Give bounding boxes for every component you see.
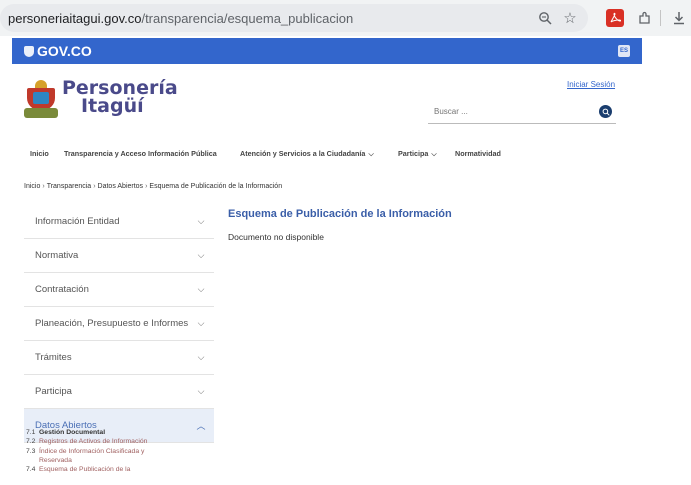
submenu-item-continuation[interactable]: Reservada bbox=[24, 456, 214, 465]
site-logo[interactable]: Personería Itagüí bbox=[24, 77, 178, 118]
submenu-label: Gestión Documental bbox=[39, 429, 106, 436]
main-navigation: Inicio Transparencia y Acceso Informació… bbox=[0, 138, 691, 168]
url-path: /transparencia/esquema_publicacion bbox=[141, 10, 354, 26]
sidebar-submenu: 7.1 Gestión Documental 7.2 Registros de Ac… bbox=[24, 428, 214, 474]
sidebar-item-label: Participa bbox=[35, 386, 72, 397]
submenu-number bbox=[26, 456, 39, 465]
sidebar-item-contratacion[interactable]: Contratación ⌵ bbox=[24, 273, 214, 307]
chevron-down-icon: ⌵ bbox=[197, 318, 205, 328]
chevron-down-icon: ⌵ bbox=[197, 216, 205, 226]
sidebar-item-tramites[interactable]: Trámites ⌵ bbox=[24, 341, 214, 375]
gov-shield-icon bbox=[24, 45, 34, 57]
browser-toolbar: personeriaitagui.gov.co/transparencia/es… bbox=[0, 0, 691, 36]
submenu-number: 7.3 bbox=[26, 447, 36, 455]
submenu-number: 7.1 bbox=[26, 429, 36, 436]
address-bar[interactable]: personeriaitagui.gov.co/transparencia/es… bbox=[0, 4, 588, 32]
chevron-down-icon: ⌵ bbox=[197, 250, 205, 260]
gov-co-text: GOV.CO bbox=[37, 43, 92, 59]
nav-item-participa-label: Participa bbox=[398, 149, 429, 158]
login-link[interactable]: Iniciar Sesión bbox=[567, 80, 615, 89]
sidebar-item-label: Normativa bbox=[35, 250, 79, 261]
sidebar-item-planeacion[interactable]: Planeación, Presupuesto e Informes ⌵ bbox=[24, 307, 214, 341]
chevron-down-icon: ⌵ bbox=[368, 151, 374, 158]
coat-of-arms-icon bbox=[24, 80, 58, 118]
sidebar-item-participa[interactable]: Participa ⌵ bbox=[24, 375, 214, 409]
chevron-down-icon: ⌵ bbox=[197, 386, 205, 396]
submenu-item[interactable]: 7.2 Registros de Activos de Información bbox=[24, 437, 214, 446]
nav-item-normatividad[interactable]: Normatividad bbox=[455, 149, 501, 158]
sidebar-item-informacion-entidad[interactable]: Información Entidad ⌵ bbox=[24, 205, 214, 239]
star-icon[interactable]: ☆ bbox=[561, 9, 579, 27]
breadcrumb-item[interactable]: Transparencia bbox=[47, 183, 92, 190]
nav-item-atencion-label: Atención y Servicios a la Ciudadanía bbox=[240, 149, 366, 158]
submenu-label: Registros de Activos de Información bbox=[39, 438, 148, 446]
submenu-item[interactable]: 7.3 Índice de Información Clasificada y bbox=[24, 447, 214, 456]
zoom-icon[interactable] bbox=[536, 9, 554, 27]
empty-state-message: Documento no disponible bbox=[228, 232, 324, 242]
breadcrumb: Inicio › Transparencia › Datos Abiertos › Esqu… bbox=[24, 183, 282, 190]
search-input[interactable] bbox=[434, 107, 584, 116]
chevron-down-icon: ⌵ bbox=[197, 284, 205, 294]
nav-item-inicio[interactable]: Inicio bbox=[30, 149, 49, 158]
gov-co-bar: GOV.CO ES bbox=[12, 38, 642, 64]
nav-item-transparencia[interactable]: Transparencia y Acceso Información Públi… bbox=[64, 149, 217, 158]
sidebar-item-label: Información Entidad bbox=[35, 216, 120, 227]
brand-name-line1: Personería bbox=[62, 77, 178, 99]
submenu-item[interactable]: 7.4 Esquema de Publicación de la bbox=[24, 465, 214, 474]
page-title: Esquema de Publicación de la Información bbox=[228, 208, 452, 220]
submenu-number: 7.2 bbox=[26, 438, 36, 446]
toolbar-divider bbox=[660, 10, 661, 26]
pdf-icon[interactable] bbox=[606, 9, 624, 27]
breadcrumb-separator: › bbox=[145, 183, 148, 190]
nav-item-participa[interactable]: Participa ⌵ bbox=[398, 149, 437, 159]
sidebar-item-normativa[interactable]: Normativa ⌵ bbox=[24, 239, 214, 273]
sidebar-item-label: Planeación, Presupuesto e Informes bbox=[35, 318, 189, 329]
chevron-down-icon: ⌵ bbox=[431, 151, 437, 158]
search-button[interactable] bbox=[599, 105, 612, 118]
url-domain: personeriaitagui.gov.co bbox=[8, 10, 142, 26]
nav-item-atencion[interactable]: Atención y Servicios a la Ciudadanía ⌵ bbox=[240, 149, 374, 159]
extensions-icon[interactable] bbox=[635, 9, 653, 27]
breadcrumb-item[interactable]: Datos Abiertos bbox=[98, 183, 144, 190]
sidebar-item-label: Contratación bbox=[35, 284, 89, 295]
breadcrumb-current: Esquema de Publicación de la Información bbox=[149, 183, 283, 190]
submenu-label: Esquema de Publicación de la bbox=[39, 466, 131, 474]
search-box bbox=[428, 100, 616, 124]
sidebar: Información Entidad ⌵ Normativa ⌵ Contrata… bbox=[24, 205, 214, 443]
language-button[interactable]: ES bbox=[618, 45, 630, 57]
brand-name-line2: Itagüí bbox=[81, 95, 144, 117]
gov-co-logo[interactable]: GOV.CO bbox=[24, 43, 92, 59]
submenu-number: 7.4 bbox=[26, 466, 36, 474]
submenu-label: Índice de Información Clasificada y bbox=[39, 447, 145, 455]
breadcrumb-separator: › bbox=[93, 183, 96, 190]
sidebar-item-label: Trámites bbox=[35, 352, 72, 363]
breadcrumb-separator: › bbox=[42, 183, 45, 190]
download-icon[interactable] bbox=[670, 9, 688, 27]
submenu-item[interactable]: 7.1 Gestión Documental bbox=[24, 428, 214, 437]
submenu-label: Reservada bbox=[39, 456, 72, 464]
chevron-down-icon: ⌵ bbox=[197, 352, 205, 362]
breadcrumb-item[interactable]: Inicio bbox=[24, 183, 40, 190]
